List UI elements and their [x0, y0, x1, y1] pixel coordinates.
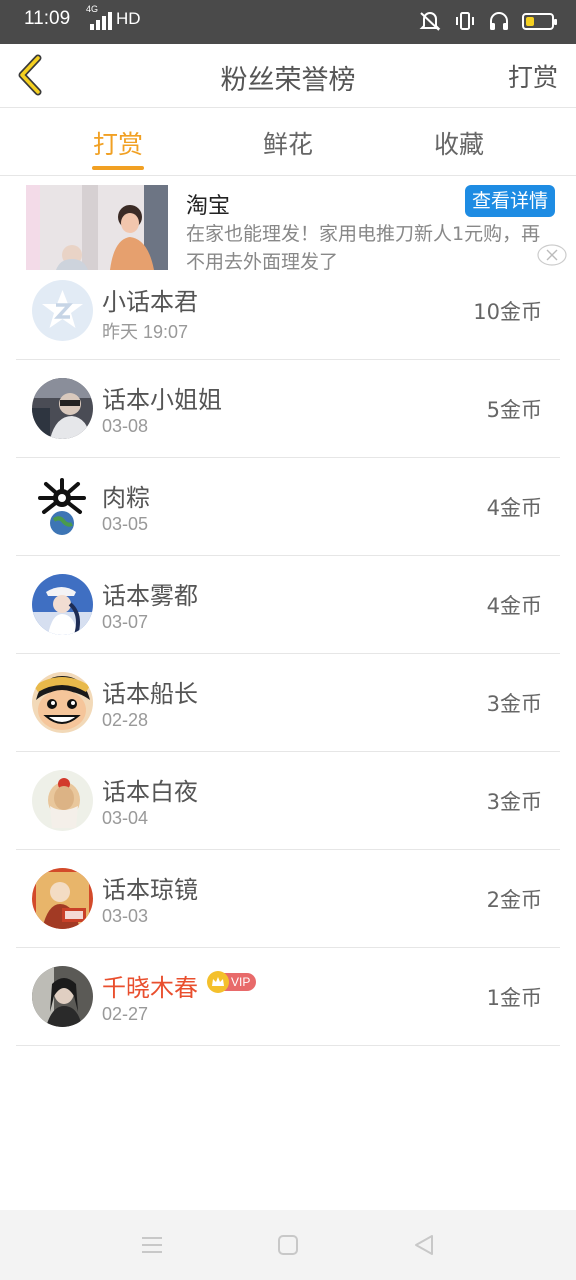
menu-icon[interactable]: [139, 1232, 165, 1258]
tab-flowers[interactable]: 鲜花: [238, 125, 338, 161]
list-item[interactable]: 小话本君 昨天 19:07 10金币: [16, 262, 560, 360]
ad-title: 淘宝: [186, 194, 231, 219]
list-item[interactable]: 话本白夜 03-04 3金币: [16, 752, 560, 850]
coin-amount: 3金币: [486, 692, 542, 716]
reward-date: 03-08: [102, 416, 149, 436]
list-item[interactable]: 话本小姐姐 03-08 5金币: [16, 360, 560, 458]
header-bar: 粉丝荣誉榜 打赏: [0, 44, 576, 108]
list-item[interactable]: 肉粽 03-05 4金币: [16, 458, 560, 556]
reward-date: 02-28: [102, 710, 149, 730]
tab-reward[interactable]: 打赏: [68, 125, 168, 161]
reward-date: 02-27: [102, 1004, 149, 1024]
coin-amount: 4金币: [486, 496, 542, 520]
back-triangle-icon[interactable]: [411, 1232, 437, 1258]
ad-image: [26, 185, 168, 270]
home-icon[interactable]: [275, 1232, 301, 1258]
system-nav-bar: [0, 1210, 576, 1280]
user-name: 话本雾都: [102, 582, 198, 610]
user-name: 肉粽: [102, 484, 150, 512]
vip-badge: VIP: [207, 971, 257, 993]
reward-date: 03-04: [102, 808, 149, 828]
coin-amount: 5金币: [486, 398, 542, 422]
vibrate-icon: [456, 12, 474, 30]
reward-date: 03-03: [102, 906, 149, 926]
user-name: 小话本君: [102, 288, 198, 316]
battery-icon: [522, 12, 557, 30]
list-item[interactable]: 话本船长 02-28 3金币: [16, 654, 560, 752]
tab-bar: 打赏 鲜花 收藏: [0, 109, 576, 176]
avatar: [32, 966, 93, 1027]
reward-date: 昨天 19:07: [102, 322, 189, 342]
list-item[interactable]: 话本雾都 03-07 4金币: [16, 556, 560, 654]
network-type: 4G: [86, 4, 99, 14]
avatar: [32, 868, 93, 929]
list-item[interactable]: 话本琼镜 03-03 2金币: [16, 850, 560, 948]
view-details-button[interactable]: 查看详情: [465, 185, 555, 217]
user-name: 话本白夜: [102, 778, 198, 806]
avatar: [32, 378, 93, 439]
coin-amount: 4金币: [486, 594, 542, 618]
status-bar: 11:09 4G HD: [0, 0, 576, 44]
avatar: [32, 672, 93, 733]
avatar: [32, 280, 93, 341]
user-name: 千晓木春: [102, 974, 198, 1002]
coin-amount: 3金币: [486, 790, 542, 814]
avatar: [32, 476, 93, 537]
user-name: 话本船长: [102, 680, 198, 708]
avatar: [32, 770, 93, 831]
tab-favorites[interactable]: 收藏: [409, 125, 509, 161]
list-item[interactable]: 千晓木春 VIP 02-27 1金币: [16, 948, 560, 1046]
hd-indicator: HD: [116, 9, 141, 28]
tab-active-indicator: [92, 166, 144, 170]
coin-amount: 10金币: [473, 300, 542, 324]
reward-button[interactable]: 打赏: [508, 58, 558, 94]
user-name: 话本琼镜: [102, 876, 198, 904]
user-name: 话本小姐姐: [102, 386, 222, 414]
reward-date: 03-07: [102, 612, 149, 632]
coin-amount: 1金币: [486, 986, 542, 1010]
crown-icon: [207, 971, 229, 993]
headphones-icon: [490, 12, 508, 30]
page-title: 粉丝荣誉榜: [220, 65, 356, 96]
reward-date: 03-05: [102, 514, 149, 534]
ranking-list: 小话本君 昨天 19:07 10金币 话本小姐姐 03-08 5金币 肉粽 03…: [16, 262, 560, 1046]
mute-vibrate-icon: [419, 12, 441, 31]
coin-amount: 2金币: [486, 888, 542, 912]
avatar: [32, 574, 93, 635]
ad-banner[interactable]: 淘宝 查看详情 在家也能理发！家用电推刀新人1元购，再不用去外面理发了: [0, 177, 576, 270]
status-time: 11:09: [24, 8, 71, 29]
